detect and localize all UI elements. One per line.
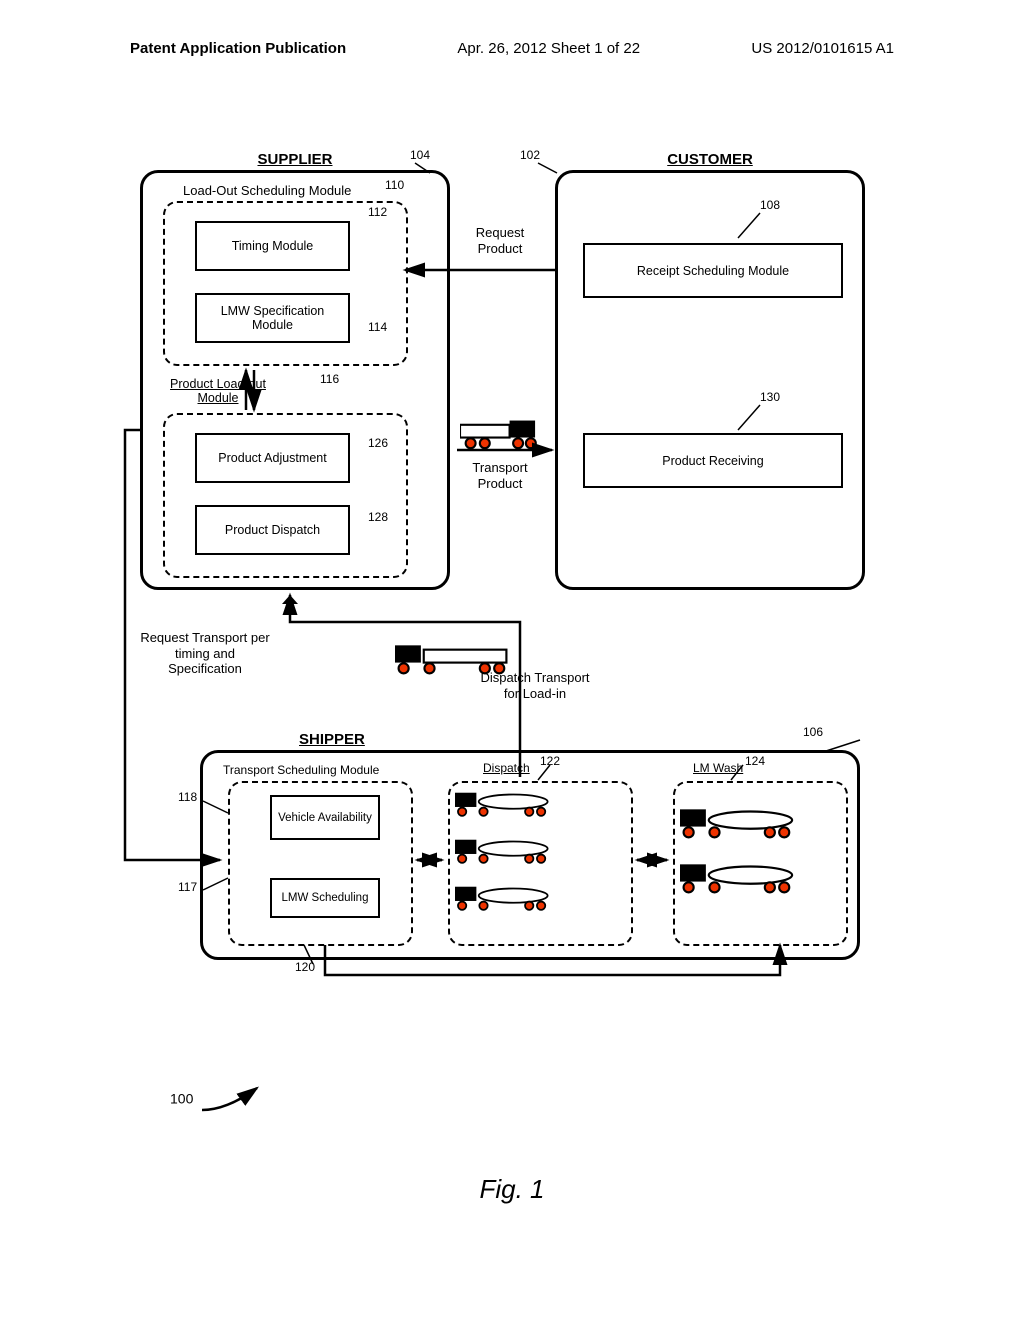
lead-117 xyxy=(200,875,230,895)
product-receiving: Product Receiving xyxy=(583,433,843,488)
lead-124 xyxy=(728,762,748,782)
lmw-spec-module: LMW Specification Module xyxy=(195,293,350,343)
wash-truck-1-icon xyxy=(680,805,795,841)
arrow-sched-dispatch xyxy=(412,850,447,870)
lead-122 xyxy=(535,762,555,782)
fleet-truck-3-icon xyxy=(455,882,550,914)
wash-truck-2-icon xyxy=(680,860,795,896)
ref-110: 110 xyxy=(385,178,404,192)
ref-112: 112 xyxy=(368,205,387,219)
lead-108 xyxy=(735,210,765,242)
arrow-dispatch-loadin xyxy=(285,592,535,782)
lead-106 xyxy=(820,737,865,755)
receipt-scheduling: Receipt Scheduling Module xyxy=(583,243,843,298)
vehicle-availability: Vehicle Availability xyxy=(270,795,380,840)
lead-130 xyxy=(735,402,765,434)
trans-sched-group: Vehicle Availability LMW Scheduling xyxy=(228,781,413,946)
ref-100-arrow-icon xyxy=(197,1080,277,1120)
figure-caption: Fig. 1 xyxy=(0,1174,1024,1205)
lead-120 xyxy=(301,942,321,964)
arrow-dispatch-wash xyxy=(632,850,672,870)
ref-124: 124 xyxy=(745,754,765,768)
timing-module: Timing Module xyxy=(195,221,350,271)
arrow-loadout-internal xyxy=(240,365,260,415)
arrow-transport-product xyxy=(452,440,557,460)
lead-102 xyxy=(535,160,560,175)
customer-entity: CUSTOMER Receipt Scheduling Module Produ… xyxy=(555,170,865,590)
supplier-title: SUPPLIER xyxy=(251,151,338,168)
header-mid: Apr. 26, 2012 Sheet 1 of 22 xyxy=(457,40,640,57)
fleet-truck-1-icon xyxy=(455,788,550,820)
fleet-truck-2-icon xyxy=(455,835,550,867)
request-product-label: Request Product xyxy=(460,225,540,256)
arrow-lmwsched-wash xyxy=(320,945,820,1005)
ref-100: 100 xyxy=(170,1080,277,1120)
lmw-scheduling: LMW Scheduling xyxy=(270,878,380,918)
lead-104 xyxy=(412,160,432,175)
figure-diagram: SUPPLIER Load-Out Scheduling Module Timi… xyxy=(120,140,880,1140)
ref-117: 117 xyxy=(178,880,197,894)
header-right: US 2012/0101615 A1 xyxy=(751,40,894,57)
page-header: Patent Application Publication Apr. 26, … xyxy=(0,40,1024,57)
loadout-sched-title: Load-Out Scheduling Module xyxy=(183,179,351,198)
header-left: Patent Application Publication xyxy=(130,40,346,57)
ref-128: 128 xyxy=(368,510,388,524)
loadout-sched-group: Timing Module LMW Specification Module xyxy=(163,201,408,366)
ref-116: 116 xyxy=(320,372,339,386)
lead-118 xyxy=(200,798,230,818)
arrow-request-product xyxy=(400,260,560,280)
ref-114: 114 xyxy=(368,320,387,334)
transport-product-label: Transport Product xyxy=(460,460,540,491)
customer-title: CUSTOMER xyxy=(661,151,759,168)
ref-126: 126 xyxy=(368,436,388,450)
